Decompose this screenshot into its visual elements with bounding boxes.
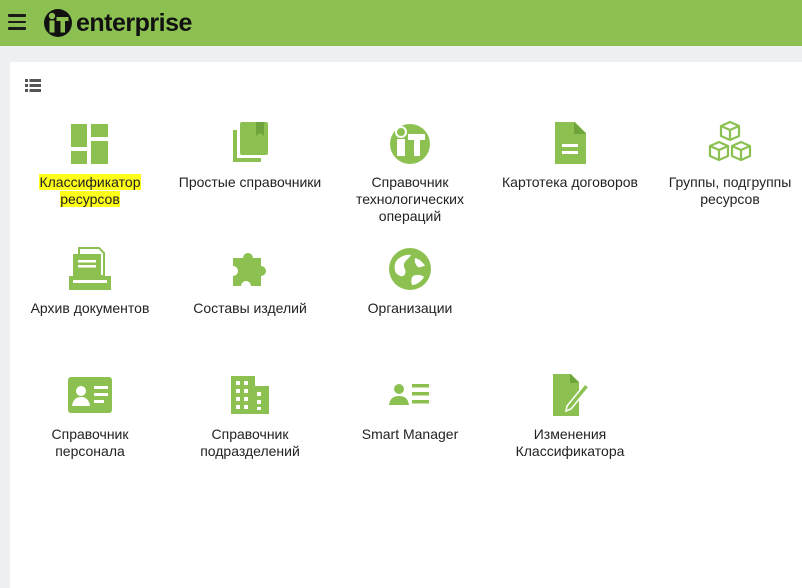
- tile-documents-archive[interactable]: Архив документов: [10, 246, 170, 317]
- building-icon: [231, 376, 269, 414]
- app-logo-text: enterprise: [76, 9, 192, 37]
- tile-label: Группы, подгруппы ресурсов: [668, 174, 792, 207]
- tile-tech-operations[interactable]: Справочник технологических операций: [330, 120, 490, 225]
- list-view-icon[interactable]: [25, 79, 41, 92]
- tile-label: Изменения Классификатора: [515, 426, 625, 459]
- archive-icon: [69, 247, 111, 290]
- it-logo-icon: [44, 9, 72, 37]
- tile-label: Smart Manager: [361, 426, 459, 442]
- tile-contracts-file[interactable]: Картотека договоров: [490, 120, 650, 191]
- dashboard-icon: [71, 124, 108, 164]
- tile-resource-groups[interactable]: Группы, подгруппы ресурсов: [650, 120, 802, 208]
- edit-document-icon: [553, 374, 591, 416]
- tile-classifier-changes[interactable]: Изменения Классификатора: [490, 372, 650, 460]
- puzzle-icon: [233, 253, 266, 286]
- it-logo-icon: [390, 124, 430, 164]
- tile-label: Справочник технологических операций: [355, 174, 464, 224]
- main-panel: Классификатор ресурсов Простые справочни…: [10, 62, 802, 588]
- tile-organizations[interactable]: Организации: [330, 246, 490, 317]
- tile-staff-directory[interactable]: Справочник персонала: [10, 372, 170, 460]
- person-list-icon: [389, 384, 429, 405]
- globe-icon: [389, 248, 431, 290]
- document-icon: [555, 122, 586, 164]
- tile-product-compositions[interactable]: Составы изделий: [170, 246, 330, 317]
- id-card-icon: [68, 377, 112, 413]
- tile-resource-classifier[interactable]: Классификатор ресурсов: [10, 120, 170, 208]
- tile-departments-directory[interactable]: Справочник подразделений: [170, 372, 330, 460]
- tile-simple-directories[interactable]: Простые справочники: [170, 120, 330, 191]
- tile-smart-manager[interactable]: Smart Manager: [330, 372, 490, 443]
- menu-icon[interactable]: [8, 14, 26, 30]
- tile-label: Архив документов: [30, 300, 150, 316]
- cubes-icon: [708, 120, 752, 162]
- app-logo[interactable]: enterprise: [43, 8, 192, 38]
- top-app-bar: enterprise: [0, 0, 802, 46]
- library-books-icon: [233, 122, 268, 162]
- tile-label: Составы изделий: [193, 300, 307, 316]
- tile-label: Справочник персонала: [51, 426, 129, 459]
- tile-label: Картотека договоров: [502, 174, 638, 190]
- tile-label: Классификатор ресурсов: [39, 174, 141, 207]
- tile-label: Организации: [367, 300, 453, 316]
- tile-label: Справочник подразделений: [200, 426, 300, 459]
- tile-label: Простые справочники: [178, 174, 322, 190]
